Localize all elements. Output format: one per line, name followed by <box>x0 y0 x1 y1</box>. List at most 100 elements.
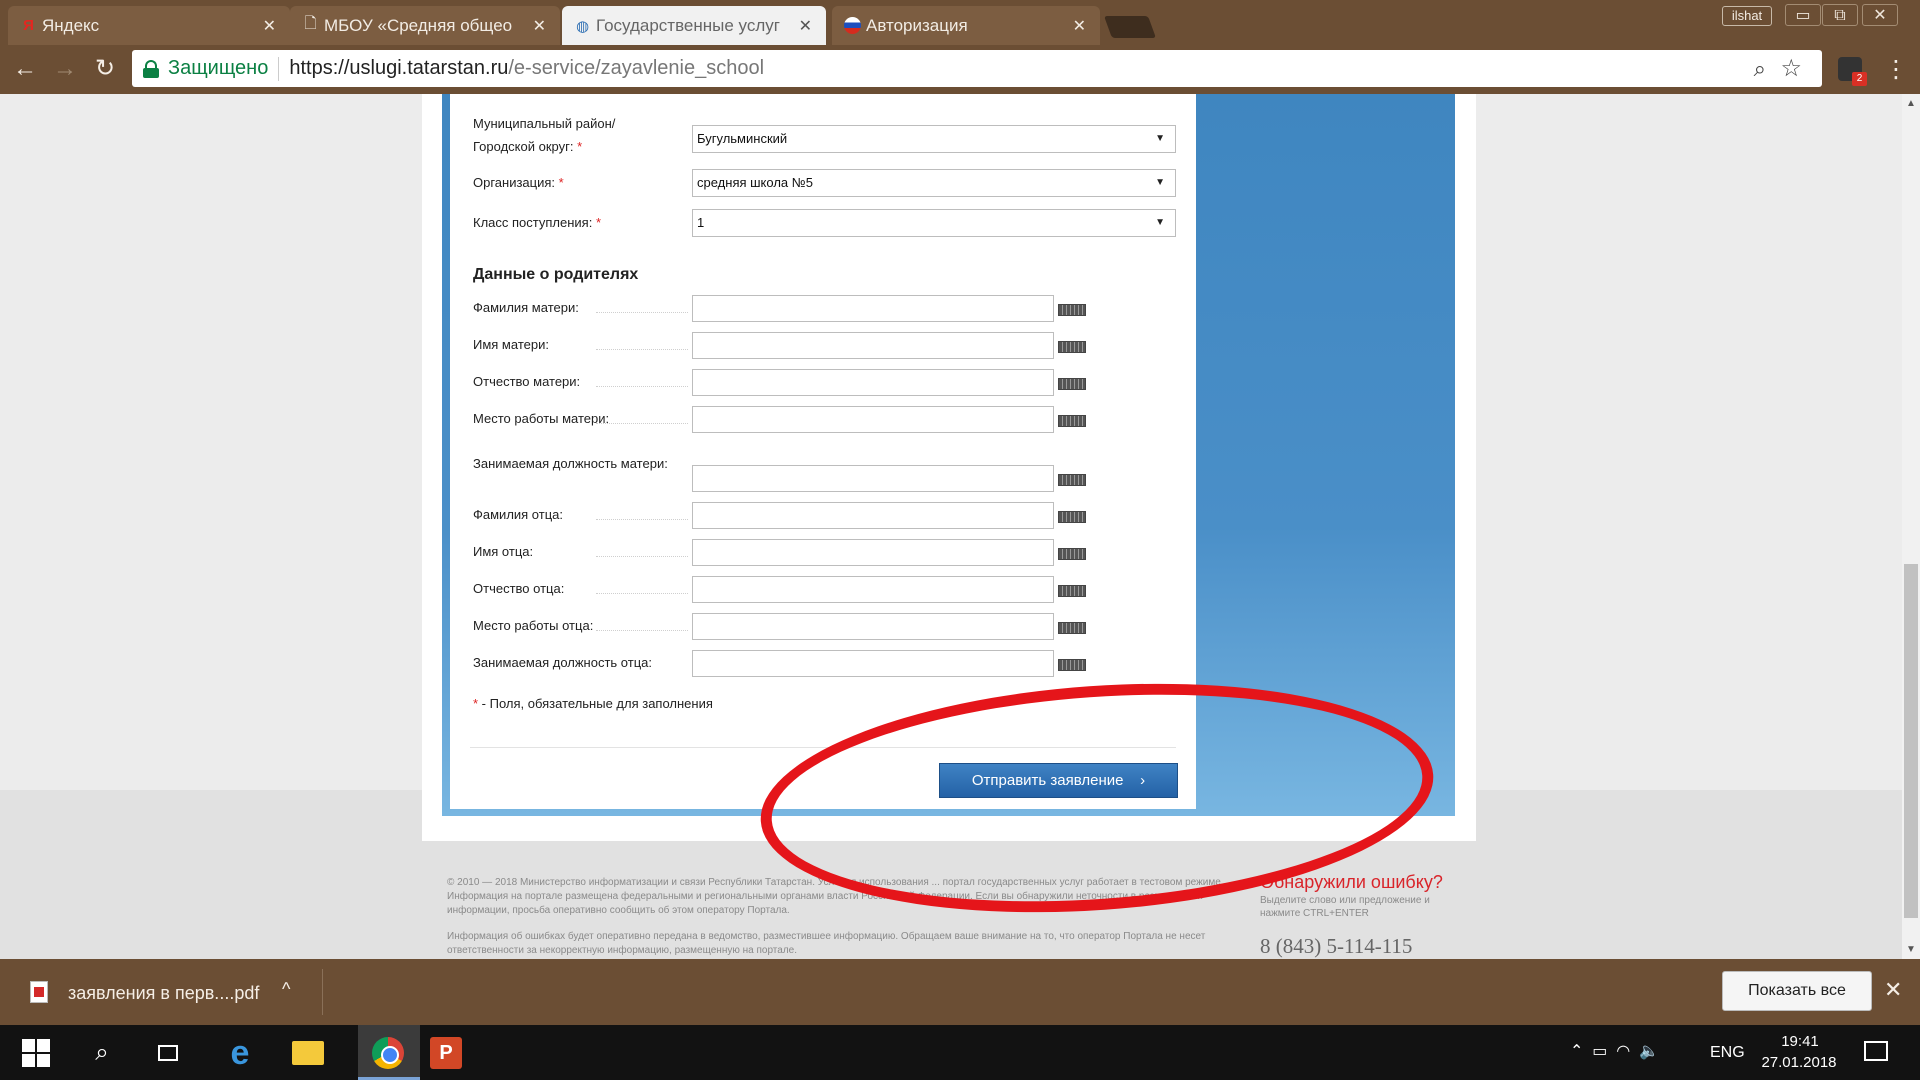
father-patronymic-input[interactable] <box>692 576 1054 603</box>
secure-label: Защищено <box>168 57 269 79</box>
required-note: * - Поля, обязательные для заполнения <box>473 696 713 711</box>
globe-icon: ◍ <box>575 17 590 35</box>
notifications-icon[interactable] <box>1864 1041 1888 1061</box>
father-surname-input[interactable] <box>692 502 1054 529</box>
field-label: Занимаемая должность матери: <box>473 456 668 471</box>
mother-name-input[interactable] <box>692 332 1054 359</box>
system-tray-icons[interactable]: ⌃ ▭ ◠ 🔈 <box>1570 1041 1659 1061</box>
url-separator <box>278 56 280 81</box>
address-bar[interactable]: Защищено https://uslugi.tatarstan.ru /e-… <box>132 50 1822 87</box>
windows-start-icon[interactable] <box>20 1037 52 1069</box>
field-label: Имя матери: <box>473 337 549 352</box>
yandex-icon: Я <box>23 17 34 34</box>
error-report-hint: Выделите слово или предложение и нажмите… <box>1260 895 1430 919</box>
keyboard-icon[interactable] <box>1058 659 1086 671</box>
keyboard-icon[interactable] <box>1058 474 1086 486</box>
chevron-up-icon[interactable]: ^ <box>282 979 290 1000</box>
tab-gosuslugi[interactable]: ◍ Государственные услуг ✕ <box>562 6 826 45</box>
tab-strip: Я Яндекс ✕ 🗋 МБОУ «Средняя общео ✕ ◍ Гос… <box>0 0 1920 45</box>
tab-authorization[interactable]: Авторизация ✕ <box>832 6 1100 45</box>
chevron-down-icon: ▼ <box>1155 177 1165 188</box>
chevron-down-icon: ▼ <box>1155 217 1165 228</box>
minimize-button[interactable]: ▭ <box>1785 4 1821 26</box>
field-label: Отчество матери: <box>473 374 581 389</box>
field-label: Фамилия матери: <box>473 300 579 315</box>
label-district: Муниципальный район/ Городской округ: * <box>473 116 616 154</box>
close-window-button[interactable]: ✕ <box>1862 4 1898 26</box>
bookmark-star-icon[interactable]: ☆ <box>1780 54 1802 83</box>
scroll-up-icon[interactable]: ▲ <box>1906 98 1916 109</box>
grade-select[interactable]: 1 ▼ <box>692 209 1176 237</box>
download-separator <box>322 969 323 1015</box>
mother-position-input[interactable] <box>692 465 1054 492</box>
scrollbar-thumb[interactable] <box>1904 564 1918 918</box>
label-organization: Организация: * <box>473 175 564 190</box>
new-tab-button[interactable] <box>1103 16 1157 38</box>
label-grade: Класс поступления: * <box>473 215 602 230</box>
show-all-button[interactable]: Показать все <box>1722 971 1872 1011</box>
search-icon[interactable]: ⌕ <box>86 1037 118 1069</box>
mother-surname-input[interactable] <box>692 295 1054 322</box>
support-phone: 8 (843) 5-114-115 <box>1260 934 1413 958</box>
file-explorer-icon[interactable] <box>292 1041 324 1065</box>
keyboard-icon[interactable] <box>1058 511 1086 523</box>
field-label: Отчество отца: <box>473 581 565 596</box>
organization-select[interactable]: средняя школа №5 ▼ <box>692 169 1176 197</box>
mother-workplace-input[interactable] <box>692 406 1054 433</box>
browser-toolbar: ← → ↻ Защищено https://uslugi.tatarstan.… <box>0 45 1920 94</box>
keyboard-icon[interactable] <box>1058 585 1086 597</box>
close-tab-icon[interactable]: ✕ <box>533 16 546 36</box>
chrome-taskbar-button[interactable] <box>358 1025 420 1080</box>
page-viewport: Муниципальный район/ Городской округ: * … <box>0 94 1902 959</box>
forward-arrow-icon[interactable]: → <box>50 54 80 84</box>
language-indicator[interactable]: ENG <box>1710 1044 1745 1062</box>
clock-date[interactable]: 27.01.2018 <box>1756 1054 1842 1071</box>
edge-browser-icon[interactable]: e <box>224 1036 256 1070</box>
windows-taskbar: ⌕ e P ⌃ ▭ ◠ 🔈 ENG 19:41 27.01.2018 <box>0 1025 1920 1080</box>
district-select[interactable]: Бугульминский ▼ <box>692 125 1176 153</box>
keyboard-icon[interactable] <box>1058 341 1086 353</box>
keyboard-icon[interactable] <box>1058 304 1086 316</box>
task-view-icon[interactable] <box>152 1037 184 1069</box>
parents-heading: Данные о родителях <box>473 266 639 283</box>
back-arrow-icon[interactable]: ← <box>10 54 40 84</box>
keyboard-icon[interactable] <box>1058 548 1086 560</box>
reload-icon[interactable]: ↻ <box>90 54 120 84</box>
profile-badge[interactable]: ilshat <box>1722 6 1772 26</box>
extension-badge: 2 <box>1852 72 1867 86</box>
pdf-file-icon <box>30 981 48 1003</box>
footer-disclaimer: Информация об ошибках будет оперативно п… <box>447 931 1206 956</box>
russia-flag-icon <box>844 17 861 34</box>
mother-patronymic-input[interactable] <box>692 369 1054 396</box>
restore-button[interactable]: ⧉ <box>1822 4 1858 26</box>
clock-time[interactable]: 19:41 <box>1764 1033 1836 1050</box>
keyboard-icon[interactable] <box>1058 622 1086 634</box>
close-tab-icon[interactable]: ✕ <box>263 16 276 36</box>
zoom-icon[interactable]: ⌕ <box>1754 56 1766 82</box>
download-item[interactable]: заявления в перв....pdf <box>68 983 259 1004</box>
father-workplace-input[interactable] <box>692 613 1054 640</box>
field-label: Место работы отца: <box>473 618 594 633</box>
keyboard-icon[interactable] <box>1058 378 1086 390</box>
chevron-down-icon: ▼ <box>1155 133 1165 144</box>
tab-school[interactable]: 🗋 МБОУ «Средняя общео ✕ <box>290 6 560 45</box>
field-label: Фамилия отца: <box>473 507 563 522</box>
lock-icon <box>142 59 160 78</box>
powerpoint-icon[interactable]: P <box>430 1037 462 1069</box>
father-position-input[interactable] <box>692 650 1054 677</box>
chrome-icon <box>372 1037 404 1069</box>
url-host: https://uslugi.tatarstan.ru <box>289 57 509 79</box>
close-icon[interactable]: ✕ <box>1884 977 1902 1003</box>
close-tab-icon[interactable]: ✕ <box>1073 16 1086 36</box>
tab-yandex[interactable]: Я Яндекс ✕ <box>8 6 290 45</box>
field-label: Имя отца: <box>473 544 534 559</box>
scrollbar[interactable]: ▲ ▼ <box>1902 94 1920 959</box>
father-name-input[interactable] <box>692 539 1054 566</box>
scroll-down-icon[interactable]: ▼ <box>1906 944 1916 955</box>
menu-dots-icon[interactable]: ⋮ <box>1884 55 1908 84</box>
page-icon: 🗋 <box>304 15 317 32</box>
download-bar: заявления в перв....pdf ^ Показать все ✕ <box>0 959 1920 1025</box>
close-tab-icon[interactable]: ✕ <box>799 16 812 36</box>
url-path: /e-service/zayavlenie_school <box>508 57 765 79</box>
keyboard-icon[interactable] <box>1058 415 1086 427</box>
